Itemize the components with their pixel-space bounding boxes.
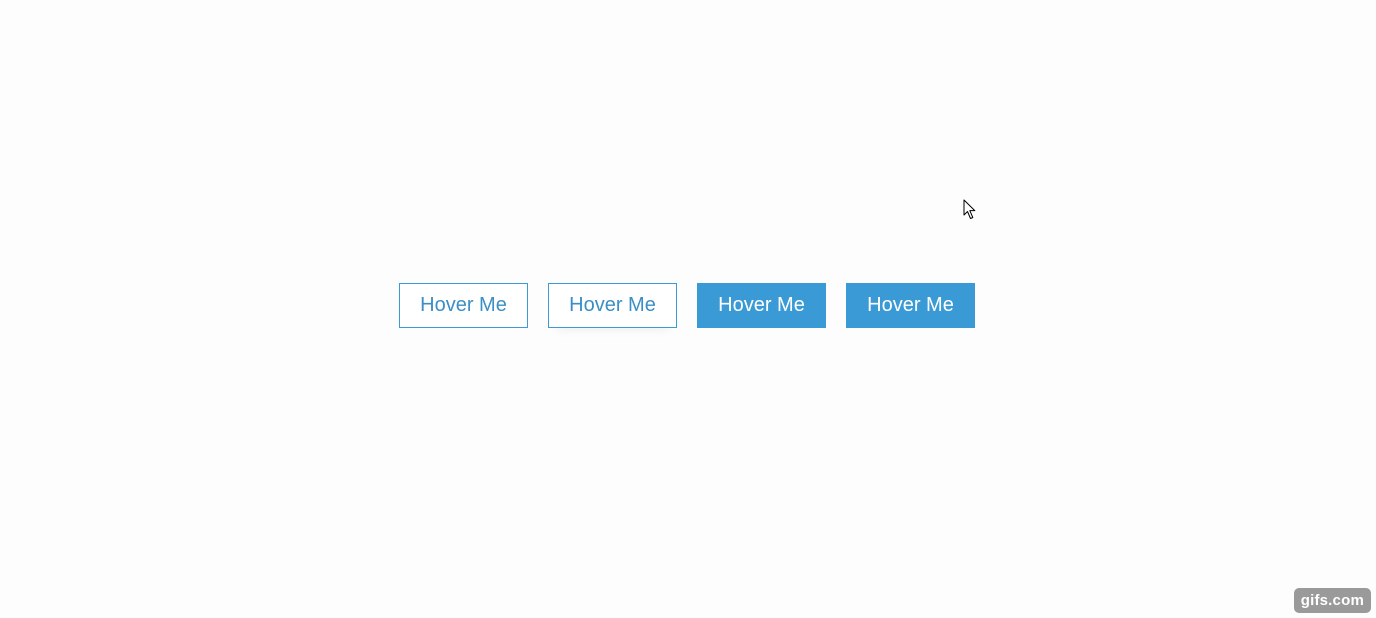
hover-me-button-4[interactable]: Hover Me — [846, 283, 975, 328]
hover-me-button-3[interactable]: Hover Me — [697, 283, 826, 328]
button-row: Hover Me Hover Me Hover Me Hover Me — [399, 283, 975, 328]
hover-me-button-1[interactable]: Hover Me — [399, 283, 528, 328]
arrow-cursor-icon — [963, 199, 976, 219]
gifs-com-watermark: gifs.com — [1293, 588, 1371, 613]
hover-me-button-2[interactable]: Hover Me — [548, 283, 677, 328]
